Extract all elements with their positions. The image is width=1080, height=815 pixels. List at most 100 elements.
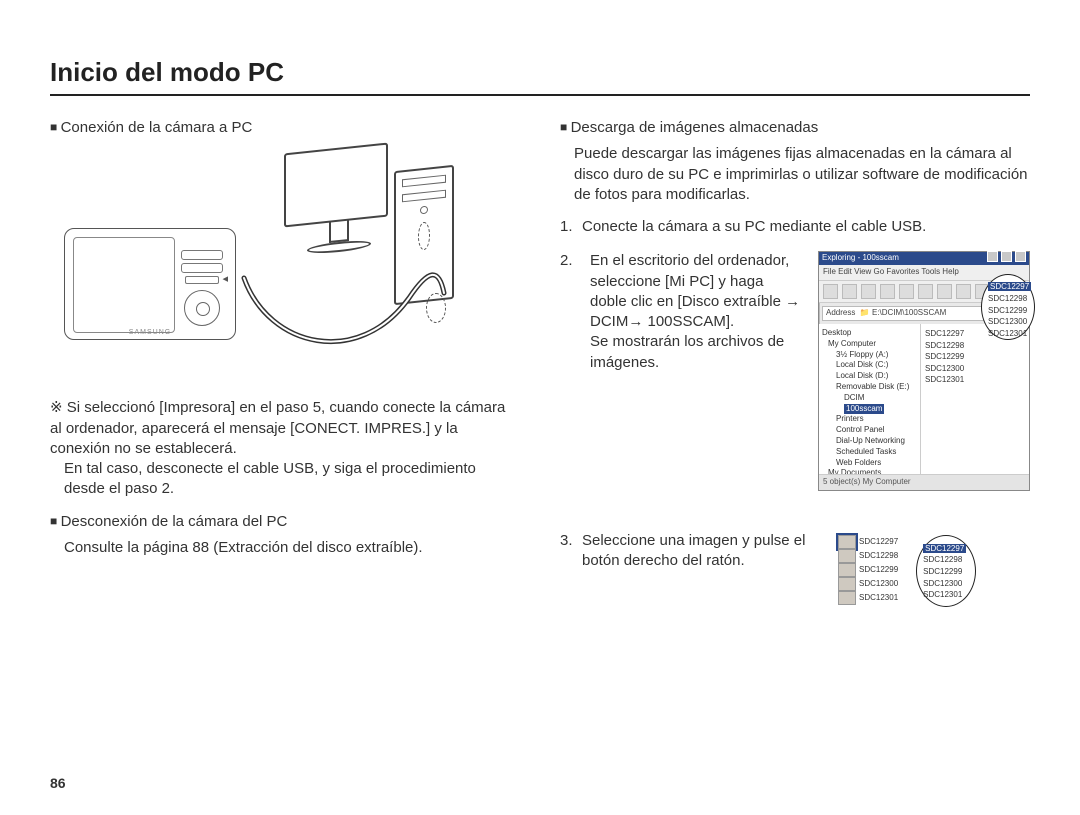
usb-cable <box>239 238 449 368</box>
tree-selected-label: 100sscam <box>844 404 884 415</box>
tree-node: Printers <box>822 414 917 425</box>
step-number: 1. <box>560 217 576 237</box>
camera-lcd <box>73 237 175 333</box>
file-item: SDC12300 <box>925 363 1025 375</box>
file-list-pane: SDC12297 SDC12298 SDC12299 SDC12300 SDC1… <box>921 324 1029 474</box>
step-3: 3. Seleccione una imagen y pulse el botó… <box>560 531 1030 607</box>
windows-explorer-screenshot: Exploring - 100sscam File Edit View Go F… <box>818 251 1030 490</box>
tree-node: Local Disk (C:) <box>822 360 917 371</box>
file-item: SDC12299 <box>988 305 1028 317</box>
camera-button <box>181 250 223 260</box>
folder-tree: Desktop My Computer 3½ Floppy (A:) Local… <box>819 324 921 474</box>
step-2: 2. En el escritorio del ordenador, selec… <box>560 251 1030 490</box>
file-item-selected: SDC12297 <box>988 282 1031 291</box>
tree-node: My Computer <box>822 339 917 350</box>
file-item: SDC12298 <box>923 554 969 566</box>
heading-disconnect-camera: Desconexión de la cámara del PC <box>50 512 520 532</box>
copy-icon <box>899 284 914 299</box>
right-column: Descarga de imágenes almacenadas Puede d… <box>560 114 1030 621</box>
file-item: SDC12298 <box>925 340 1025 352</box>
maximize-icon <box>1001 251 1012 262</box>
tree-node: Web Folders <box>822 458 917 469</box>
window-titlebar: Exploring - 100sscam <box>819 252 1029 265</box>
camera-brand-label: SAMSUNG <box>129 328 171 337</box>
manual-page: Inicio del modo PC Conexión de la cámara… <box>0 0 1080 815</box>
tree-node: Scheduled Tasks <box>822 447 917 458</box>
step-1: 1. Conecte la cámara a su PC mediante el… <box>560 217 1030 237</box>
note-marker: ※ <box>50 399 63 416</box>
camera-dpad <box>184 290 220 326</box>
file-item: SDC12301 <box>925 374 1025 386</box>
thumbnail-label: SDC12298 <box>859 550 898 562</box>
illustration-camera-to-pc: SAMSUNG <box>64 148 484 378</box>
thumbnail-label: SDC12301 <box>859 592 898 604</box>
file-item: SDC12300 <box>988 316 1028 328</box>
tree-node: DCIM <box>822 393 917 404</box>
printer-mode-note: ※ Si seleccionó [Impresora] en el paso 5… <box>50 398 520 499</box>
thumbnail-icon <box>838 591 856 605</box>
left-column: Conexión de la cámara a PC SAMSUNG <box>50 114 520 621</box>
address-value: E:\DCIM\100SSCAM <box>872 308 946 317</box>
file-list-magnifier-icon: SDC12297 SDC12298 SDC12299 SDC12300 SDC1… <box>981 274 1035 340</box>
thumbnail-screenshot: SDC12297 SDC12298 SDC12299 SDC12300 <box>838 535 976 607</box>
thumbnail-icon <box>838 563 856 577</box>
step-text: Conecte la cámara a su PC mediante el ca… <box>582 217 1030 237</box>
camera-controls <box>179 247 225 326</box>
thumbnail-column: SDC12297 SDC12298 SDC12299 SDC12300 <box>838 535 898 605</box>
tree-node: My Documents <box>822 468 917 474</box>
optical-drive <box>402 190 446 203</box>
file-item: SDC12301 <box>988 328 1028 340</box>
tree-node: Dial-Up Networking <box>822 436 917 447</box>
thumbnail-item: SDC12297 <box>838 535 898 549</box>
step-text: En el escritorio del ordenador, seleccio… <box>590 251 804 373</box>
power-button-icon <box>420 206 428 215</box>
download-body: Puede descargar las imágenes fijas almac… <box>574 144 1030 205</box>
file-item: SDC12297 <box>988 281 1028 293</box>
address-label: Address <box>826 308 855 317</box>
thumbnail-item: SDC12299 <box>838 563 898 577</box>
step-number: 2. <box>560 251 576 271</box>
thumbnail-item: SDC12301 <box>838 591 898 605</box>
optical-drive <box>402 175 446 188</box>
thumbnail-label: SDC12299 <box>859 564 898 576</box>
heading-download-images: Descarga de imágenes almacenadas <box>560 118 1030 138</box>
file-item: SDC12299 <box>923 566 969 578</box>
note-text-1: Si seleccionó [Impresora] en el paso 5, … <box>50 399 505 457</box>
thumbnail-icon <box>838 577 856 591</box>
note-text-2: En tal caso, desconecte el cable USB, y … <box>64 459 520 500</box>
thumbnail-icon <box>838 535 856 549</box>
step-number: 3. <box>560 531 576 607</box>
tree-node: Local Disk (D:) <box>822 371 917 382</box>
tree-node: Control Panel <box>822 425 917 436</box>
step-text: Seleccione una imagen y pulse el botón d… <box>582 531 832 607</box>
window-title: Exploring - 100sscam <box>822 253 899 264</box>
page-number: 86 <box>50 774 66 793</box>
file-item: SDC12300 <box>923 578 969 590</box>
paste-icon <box>918 284 933 299</box>
thumbnail-magnifier-icon: SDC12297 SDC12298 SDC12299 SDC12300 SDC1… <box>916 535 976 607</box>
delete-icon <box>956 284 971 299</box>
up-icon <box>861 284 876 299</box>
file-item-selected: SDC12297 <box>923 544 966 553</box>
camera-button <box>181 263 223 273</box>
camera-usb-port <box>185 276 219 284</box>
thumbnail-icon <box>838 549 856 563</box>
disconnect-body: Consulte la página 88 (Extracción del di… <box>64 538 520 558</box>
window-buttons <box>986 251 1026 266</box>
page-title: Inicio del modo PC <box>50 55 1030 92</box>
heading-connect-camera: Conexión de la cámara a PC <box>50 118 520 138</box>
close-icon <box>1015 251 1026 262</box>
thumbnail-item: SDC12298 <box>838 549 898 563</box>
file-item: SDC12298 <box>988 293 1028 305</box>
tree-node-selected: 100sscam <box>822 404 917 415</box>
minimize-icon <box>987 251 998 262</box>
camera-back-view: SAMSUNG <box>64 228 236 340</box>
explorer-body: Desktop My Computer 3½ Floppy (A:) Local… <box>819 324 1029 474</box>
cut-icon <box>880 284 895 299</box>
file-item: SDC12299 <box>925 351 1025 363</box>
file-item: SDC12301 <box>923 589 969 601</box>
undo-icon <box>937 284 952 299</box>
thumbnail-label: SDC12300 <box>859 578 898 590</box>
status-bar: 5 object(s) My Computer <box>819 474 1029 490</box>
tree-node: 3½ Floppy (A:) <box>822 350 917 361</box>
